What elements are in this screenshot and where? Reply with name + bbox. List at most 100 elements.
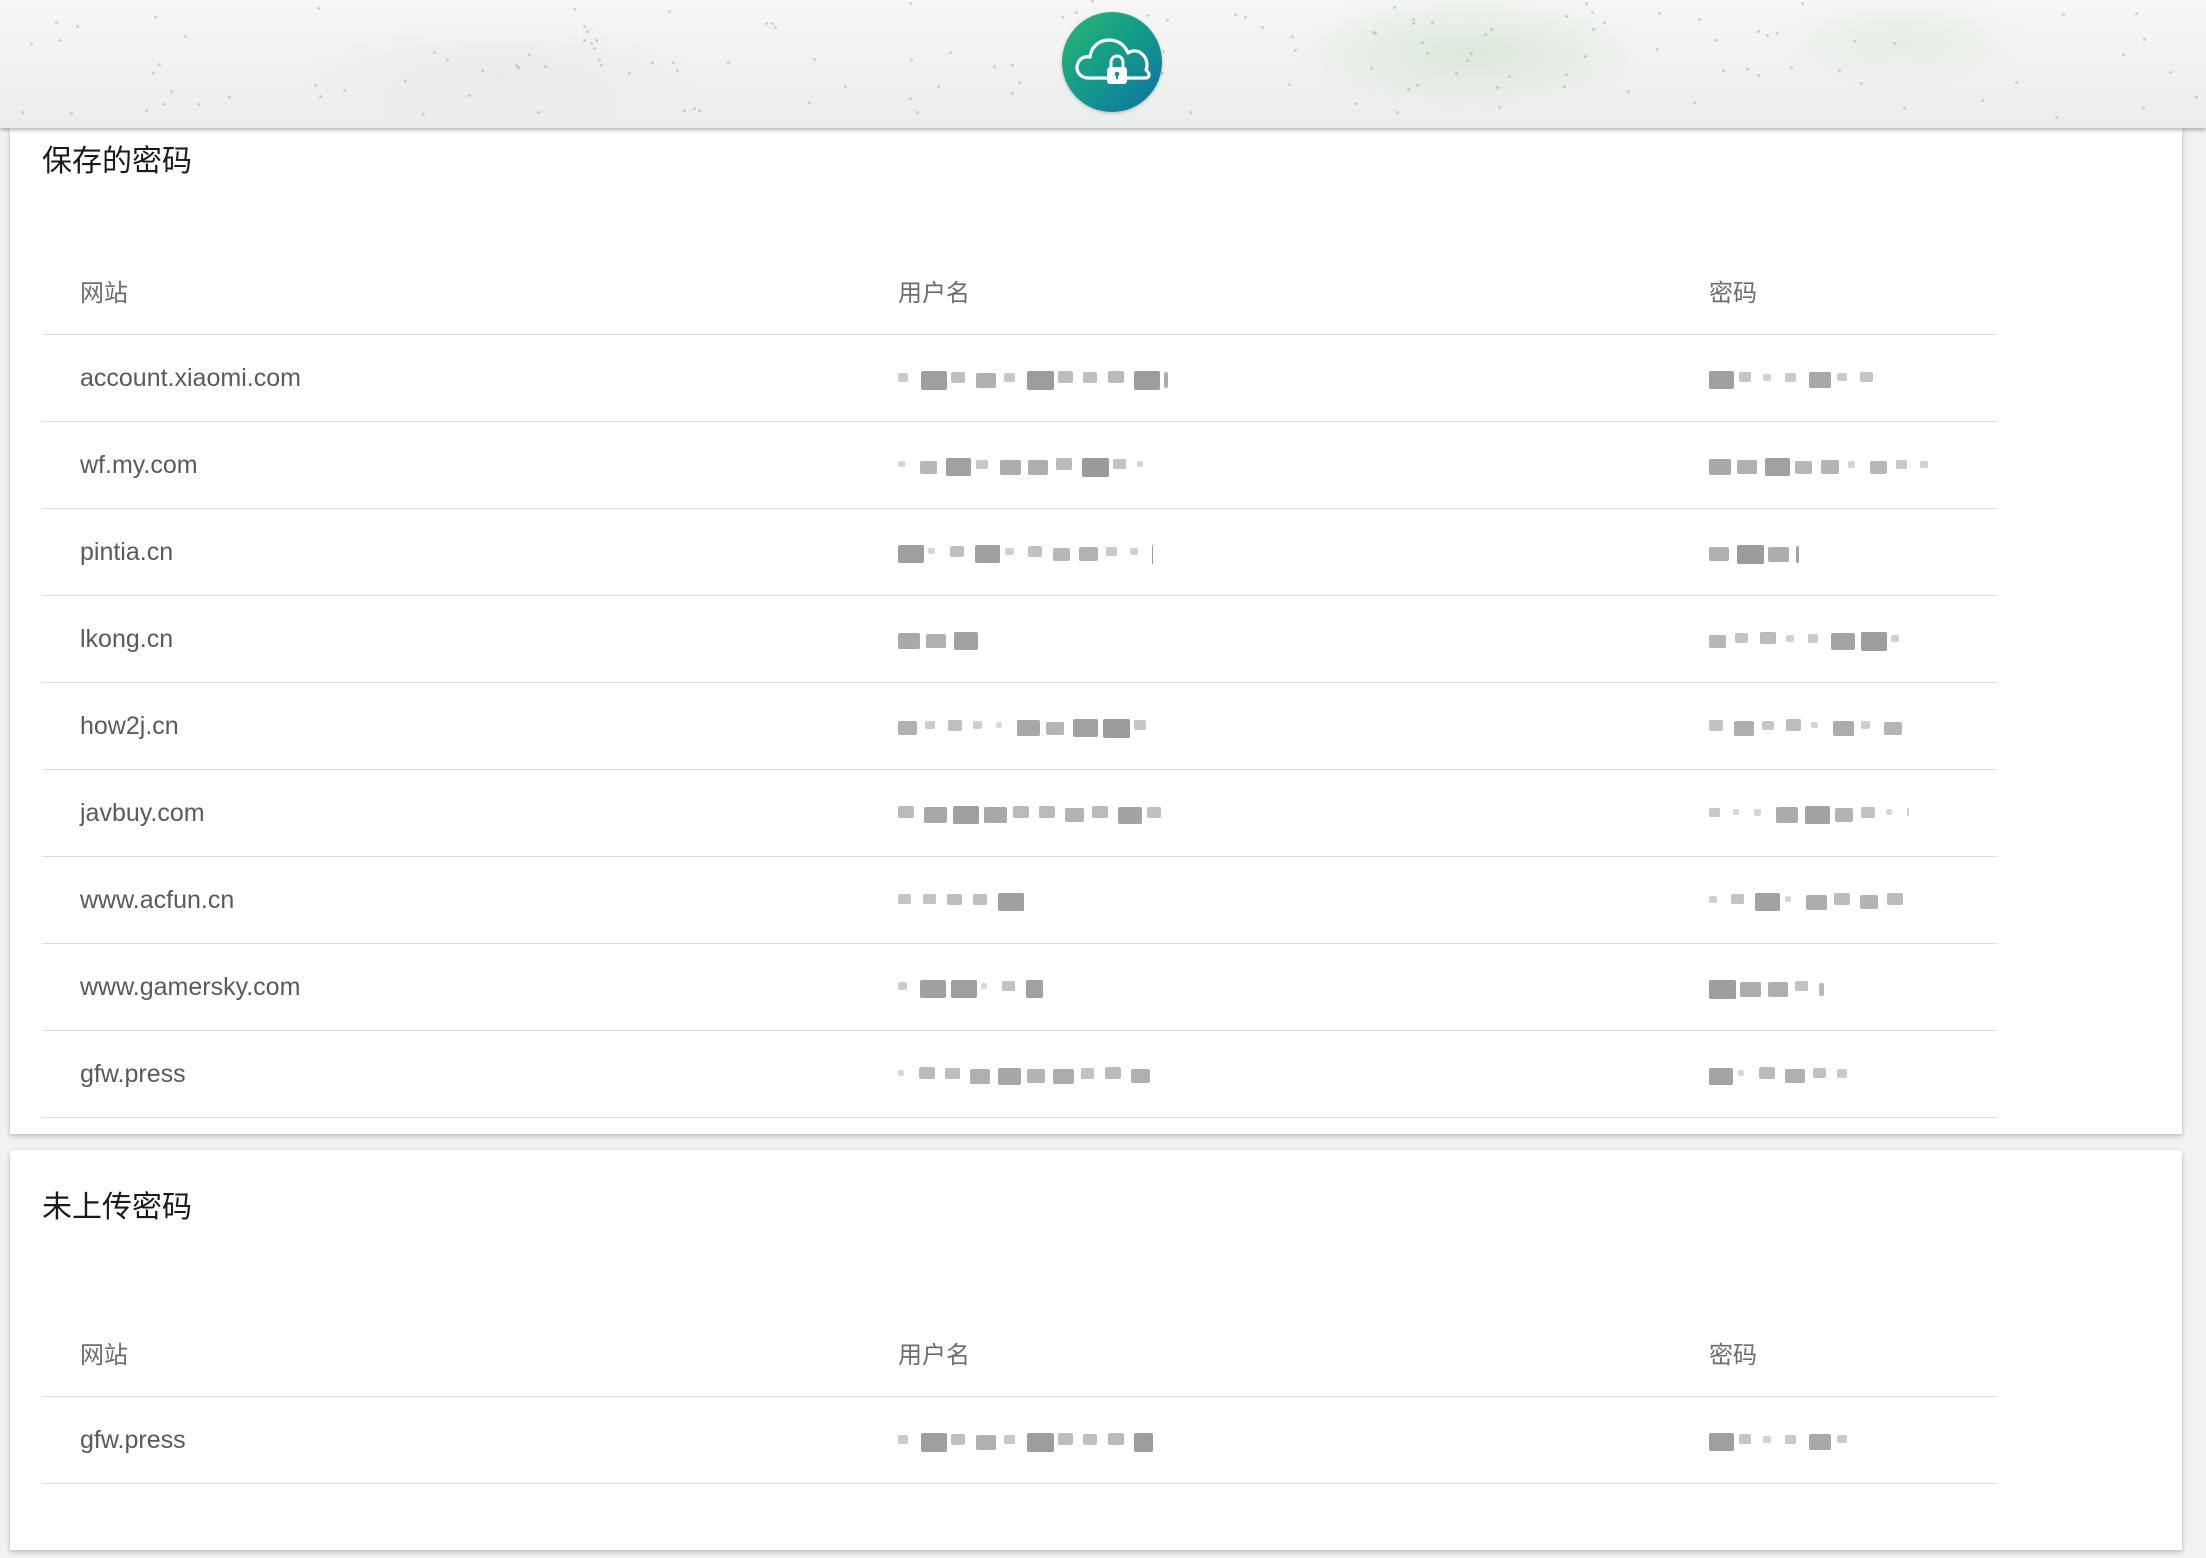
texture-speck [771,22,774,25]
password-cell-redacted [1709,770,1909,856]
texture-speck [1261,26,1264,29]
texture-speck [676,69,679,72]
texture-speck [1563,85,1566,88]
site-cell: account.xiaomi.com [80,363,301,392]
texture-speck [1714,39,1717,42]
texture-speck [2122,53,2125,56]
site-cell: gfw.press [80,1059,186,1088]
texture-speck [433,51,436,54]
texture-speck [693,107,696,110]
password-cell-redacted [1709,683,1909,769]
texture-speck [595,39,598,42]
site-cell: javbuy.com [80,798,205,827]
texture-speck [422,113,425,116]
cloud-lock-icon[interactable] [1062,12,1162,112]
texture-speck [1627,90,1630,93]
texture-speck [600,64,603,67]
texture-speck [1162,50,1165,53]
site-cell: wf.my.com [80,450,198,479]
table-header: 网站 用户名 密码 [42,246,1997,335]
texture-speck [573,8,576,11]
username-cell-redacted [898,857,1028,943]
texture-speck [668,10,671,13]
texture-speck [727,61,730,64]
texture-speck [343,89,346,92]
username-cell-redacted [898,770,1168,856]
column-header-password: 密码 [1709,278,1757,307]
texture-speck [1693,101,1696,104]
table-row[interactable]: wf.my.com [42,422,1997,509]
username-cell-redacted [898,1031,1153,1117]
column-header-site: 网站 [80,278,128,307]
texture-speck [76,25,79,28]
texture-speck [628,72,631,75]
texture-speck [30,43,33,46]
texture-speck [1790,66,1793,69]
texture-speck [808,101,811,104]
table-header: 网站 用户名 密码 [42,1308,1997,1397]
texture-speck [1893,42,1896,45]
texture-speck [590,42,593,45]
texture-speck [1288,83,1291,86]
texture-speck [1508,75,1511,78]
texture-speck [154,16,157,19]
texture-speck [1431,21,1434,24]
texture-speck [2142,107,2145,110]
site-cell: gfw.press [80,1425,186,1454]
texture-speck [1294,49,1297,52]
texture-speck [228,96,231,99]
column-header-password: 密码 [1709,1340,1757,1369]
texture-speck [1757,30,1760,33]
texture-speck [1592,28,1595,31]
texture-speck [1698,18,1701,21]
table-row[interactable]: lkong.cn [42,596,1997,683]
texture-speck [481,69,484,72]
texture-speck [583,39,586,42]
texture-speck [197,103,200,106]
texture-speck [1412,18,1415,21]
texture-speck [1776,32,1779,35]
username-cell-redacted [898,596,978,682]
table-row[interactable]: how2j.cn [42,683,1997,770]
texture-speck [1412,22,1415,25]
texture-speck [774,26,777,29]
table-row[interactable]: www.gamersky.com [42,944,1997,1031]
password-cell-redacted [1709,1397,1849,1483]
texture-speck [1374,32,1377,35]
texture-speck [404,80,407,83]
texture-speck [1407,88,1410,91]
texture-speck [1565,15,1568,18]
texture-speck [1466,59,1469,62]
site-cell: lkong.cn [80,624,174,653]
texture-speck [586,30,589,33]
texture-speck [993,65,996,68]
app-header [0,0,2206,128]
column-header-username: 用户名 [898,278,970,307]
texture-speck [1496,86,1499,89]
texture-speck [1591,11,1594,14]
unsynced-passwords-card: 未上传密码 网站 用户名 密码 gfw.press [10,1150,2182,1550]
table-row[interactable]: javbuy.com [42,770,1997,857]
texture-speck [1853,40,1856,43]
table-row[interactable]: gfw.press [42,1031,1997,1118]
texture-speck [1584,55,1587,58]
texture-speck [317,7,320,10]
texture-speck [2055,116,2058,119]
table-row[interactable]: www.acfun.cn [42,857,1997,944]
table-row[interactable]: account.xiaomi.com [42,335,1997,422]
texture-speck [1244,16,1247,19]
texture-speck [909,97,912,100]
table-row[interactable]: gfw.press [42,1397,1997,1484]
table-row[interactable]: pintia.cn [42,509,1997,596]
texture-speck [1091,0,1094,3]
texture-speck [55,21,58,24]
column-header-site: 网站 [80,1340,128,1369]
password-cell-redacted [1709,596,1909,682]
texture-speck [1370,67,1373,70]
saved-passwords-title: 保存的密码 [42,144,192,179]
texture-speck [765,22,768,25]
texture-speck [2195,96,2198,99]
texture-speck [468,94,471,97]
password-cell-redacted [1709,335,1879,421]
texture-speck [1981,99,1984,102]
